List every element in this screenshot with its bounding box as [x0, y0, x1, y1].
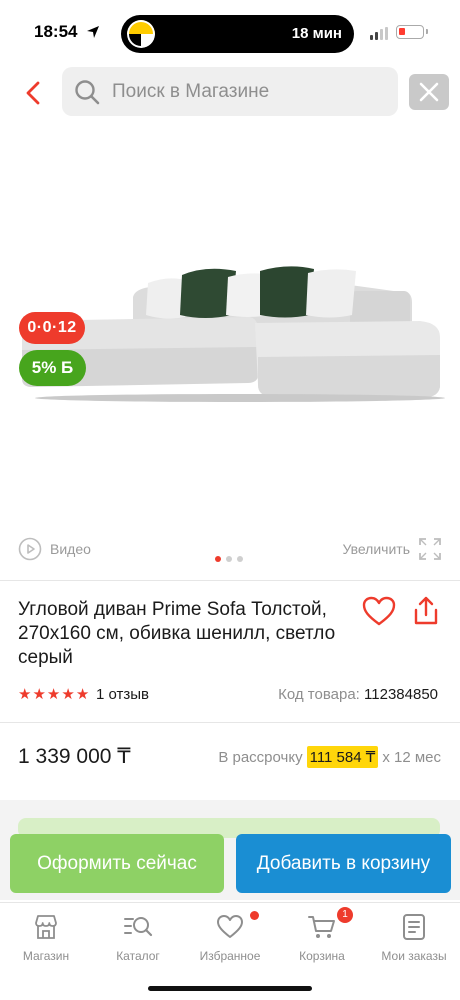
back-button[interactable]	[18, 78, 48, 108]
bonus-badge: 5% Б	[19, 350, 86, 386]
home-indicator[interactable]	[148, 986, 312, 991]
search-icon	[75, 80, 100, 105]
pagination-dot	[215, 556, 221, 562]
status-time: 18:54	[34, 22, 78, 41]
star-icon: ★	[75, 686, 90, 703]
share-button[interactable]	[412, 596, 440, 631]
search-input[interactable]	[112, 67, 382, 116]
shop-icon	[35, 915, 57, 939]
tab-favorites[interactable]: Избранное	[184, 911, 276, 963]
heart-icon	[217, 915, 243, 938]
pagination-dot	[226, 556, 232, 562]
cart-icon	[308, 916, 335, 938]
orders-icon	[403, 914, 425, 940]
play-icon	[18, 537, 42, 561]
divider	[0, 722, 460, 723]
close-icon	[419, 82, 439, 102]
product-title: Угловой диван Prime Sofa Толстой, 270x16…	[18, 599, 336, 668]
tab-shop[interactable]: Магазин	[0, 911, 92, 963]
location-arrow-icon	[87, 26, 99, 38]
tab-orders[interactable]: Мои заказы	[368, 911, 460, 963]
gallery-pagination	[215, 556, 243, 562]
tab-label: Магазин	[22, 949, 70, 963]
expand-icon	[419, 538, 441, 560]
buy-now-button[interactable]: Оформить сейчас	[10, 834, 224, 893]
tab-label: Каталог	[116, 949, 160, 963]
installment-amount: 111 584 ₸	[306, 746, 379, 768]
search-bar[interactable]	[62, 67, 398, 116]
zoom-label: Увеличить	[342, 541, 410, 557]
star-icon: ★	[32, 686, 46, 703]
battery-icon	[396, 25, 428, 39]
share-icon	[414, 596, 438, 625]
countdown-badge: 0·0·12	[19, 312, 85, 344]
tab-label: Корзина	[299, 949, 345, 963]
star-icon: ★	[18, 686, 32, 703]
rating-stars: ★ ★ ★ ★ ★	[18, 687, 89, 703]
video-label: Видео	[50, 541, 91, 557]
video-button[interactable]: Видео	[18, 537, 91, 561]
ride-eta: 18 мин	[291, 25, 342, 42]
installment-label: В рассрочку	[218, 748, 303, 766]
star-icon: ★	[46, 686, 61, 703]
tab-label: Избранное	[199, 949, 261, 963]
catalog-search-icon	[124, 917, 153, 937]
star-icon: ★	[61, 686, 75, 703]
cellular-signal-icon	[370, 27, 388, 40]
favorite-button[interactable]	[362, 596, 396, 631]
tab-cart[interactable]: 1 Корзина	[276, 907, 368, 963]
taxi-app-icon	[127, 20, 155, 48]
pagination-dot	[237, 556, 243, 562]
product-code-label: Код товара:	[278, 686, 360, 703]
dynamic-island[interactable]: 18 мин	[121, 15, 354, 53]
notification-dot	[250, 911, 259, 920]
divider	[0, 580, 460, 581]
chevron-left-icon	[26, 81, 40, 105]
product-price: 1 339 000 ₸	[18, 745, 131, 768]
add-to-cart-button[interactable]: Добавить в корзину	[236, 834, 451, 893]
reviews-link[interactable]: 1 отзыв	[96, 686, 149, 703]
product-code: Код товара: 112384850	[278, 686, 438, 703]
tab-label: Мои заказы	[381, 949, 447, 963]
status-bar: 18:54 18 мин	[0, 0, 460, 66]
installment-term: x 12 мес	[382, 748, 441, 766]
heart-icon	[362, 596, 396, 626]
cart-count-badge: 1	[337, 907, 353, 923]
tab-catalog[interactable]: Каталог	[92, 911, 184, 963]
installment-info[interactable]: В рассрочку 111 584 ₸ x 12 мес	[218, 746, 441, 768]
product-code-value: 112384850	[364, 686, 438, 703]
close-search-button[interactable]	[409, 74, 449, 110]
zoom-button[interactable]: Увеличить	[342, 537, 442, 561]
product-gallery[interactable]: 0·0·12 5% Б	[0, 125, 460, 575]
